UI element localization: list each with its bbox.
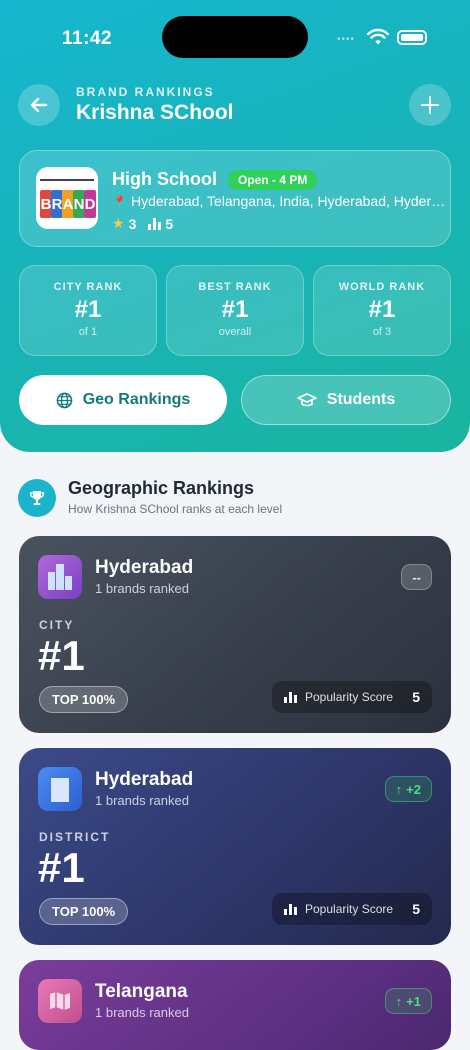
card-location-name: Telangana (95, 981, 188, 1002)
open-status-badge: Open - 4 PM (228, 170, 318, 190)
cityscape-icon (38, 555, 82, 599)
add-button[interactable] (409, 84, 451, 126)
star-icon: ★ (112, 215, 125, 231)
tile-value: #1 (74, 296, 102, 323)
card-level-label: CITY (39, 618, 75, 632)
page-eyebrow: BRAND RANKINGS (76, 85, 215, 99)
school-location: 📍 Hyderabad, Telangana, India, Hyderabad,… (112, 193, 448, 209)
wifi-icon (367, 28, 389, 45)
camera-notch (162, 16, 308, 58)
location-text: Hyderabad, Telangana, India, Hyderabad, … (130, 193, 448, 209)
district-ranking-card[interactable]: Hyderabad 1 brands ranked ↑ +2 DISTRICT … (19, 748, 451, 945)
plus-icon (421, 96, 439, 114)
arrow-up-icon: ↑ (395, 993, 403, 1009)
rank-change-badge: -- (401, 564, 432, 590)
card-location-name: Hyderabad (95, 769, 194, 790)
best-rank-tile: BEST RANK #1 overall (166, 265, 304, 356)
tile-label: BEST RANK (198, 281, 272, 293)
popularity-score: Popularity Score 5 (272, 893, 432, 925)
rank-change-badge: ↑ +2 (384, 776, 432, 802)
battery-icon (397, 30, 427, 45)
signal-icon: •••• (337, 34, 356, 45)
school-meta: ★ 3 5 (112, 215, 173, 232)
popularity-value: 5 (412, 901, 420, 917)
arrow-up-icon: ↑ (395, 781, 403, 797)
graduation-cap-icon (296, 393, 317, 407)
tile-sub: overall (218, 326, 252, 338)
bar-chart-icon (284, 903, 297, 915)
card-rank: #1 (38, 844, 85, 891)
rank-change-value: -- (412, 569, 421, 585)
state-ranking-card[interactable]: Telangana 1 brands ranked ↑ +1 (19, 960, 451, 1050)
tab-label: Students (326, 391, 396, 408)
popularity-label: Popularity Score (305, 690, 394, 704)
rank-change-value: +1 (406, 993, 421, 1009)
arrow-left-icon (30, 97, 48, 113)
tile-value: #1 (368, 296, 396, 323)
map-icon (38, 979, 82, 1023)
tab-label: Geo Rankings (82, 391, 191, 408)
status-bar: 11:42 •••• (0, 16, 470, 58)
rank-change-badge: ↑ +1 (384, 988, 432, 1014)
status-time: 11:42 (62, 28, 113, 49)
card-brand-count: 1 brands ranked (95, 1005, 189, 1020)
globe-icon (56, 392, 73, 408)
city-ranking-card[interactable]: Hyderabad 1 brands ranked -- CITY #1 TOP… (19, 536, 451, 733)
school-name: High School (112, 169, 217, 189)
card-location-name: Hyderabad (95, 557, 194, 578)
popularity-label: Popularity Score (305, 902, 394, 916)
card-brand-count: 1 brands ranked (95, 793, 189, 808)
world-rank-tile: WORLD RANK #1 of 3 (313, 265, 451, 356)
card-level-label: DISTRICT (39, 830, 111, 844)
tile-sub: of 1 (78, 326, 98, 338)
tab-geo-rankings[interactable]: Geo Rankings (19, 375, 227, 425)
top-percent-badge: TOP 100% (39, 898, 129, 925)
card-rank: #1 (38, 632, 85, 679)
back-button[interactable] (18, 84, 60, 126)
trophy-icon (18, 479, 56, 517)
rankings-count: 5 (165, 215, 174, 232)
top-percent-badge: TOP 100% (39, 686, 129, 713)
card-brand-count: 1 brands ranked (95, 581, 189, 596)
city-rank-tile: CITY RANK #1 of 1 (19, 265, 157, 356)
section-subtitle: How Krishna SChool ranks at each level (68, 502, 283, 516)
rank-change-value: +2 (406, 781, 421, 797)
bar-chart-icon (148, 217, 162, 230)
tab-students[interactable]: Students (241, 375, 451, 425)
popularity-score: Popularity Score 5 (272, 681, 432, 713)
tile-label: WORLD RANK (338, 281, 426, 293)
school-card[interactable]: B R A N D High School Open - 4 PM 📍 Hyder… (19, 150, 451, 247)
rating-value: 3 (128, 215, 137, 232)
tile-label: CITY RANK (53, 281, 123, 293)
tile-sub: of 3 (372, 326, 392, 338)
location-pin-icon: 📍 (112, 195, 127, 209)
tile-value: #1 (221, 296, 249, 323)
page-title: Krishna SChool (76, 101, 234, 124)
section-title: Geographic Rankings (68, 478, 255, 498)
header: 11:42 •••• BRAND RANKINGS Krishna SChool… (0, 0, 470, 452)
popularity-value: 5 (412, 689, 420, 705)
office-building-icon (38, 767, 82, 811)
bar-chart-icon (284, 691, 297, 703)
brand-logo: B R A N D (36, 167, 98, 229)
